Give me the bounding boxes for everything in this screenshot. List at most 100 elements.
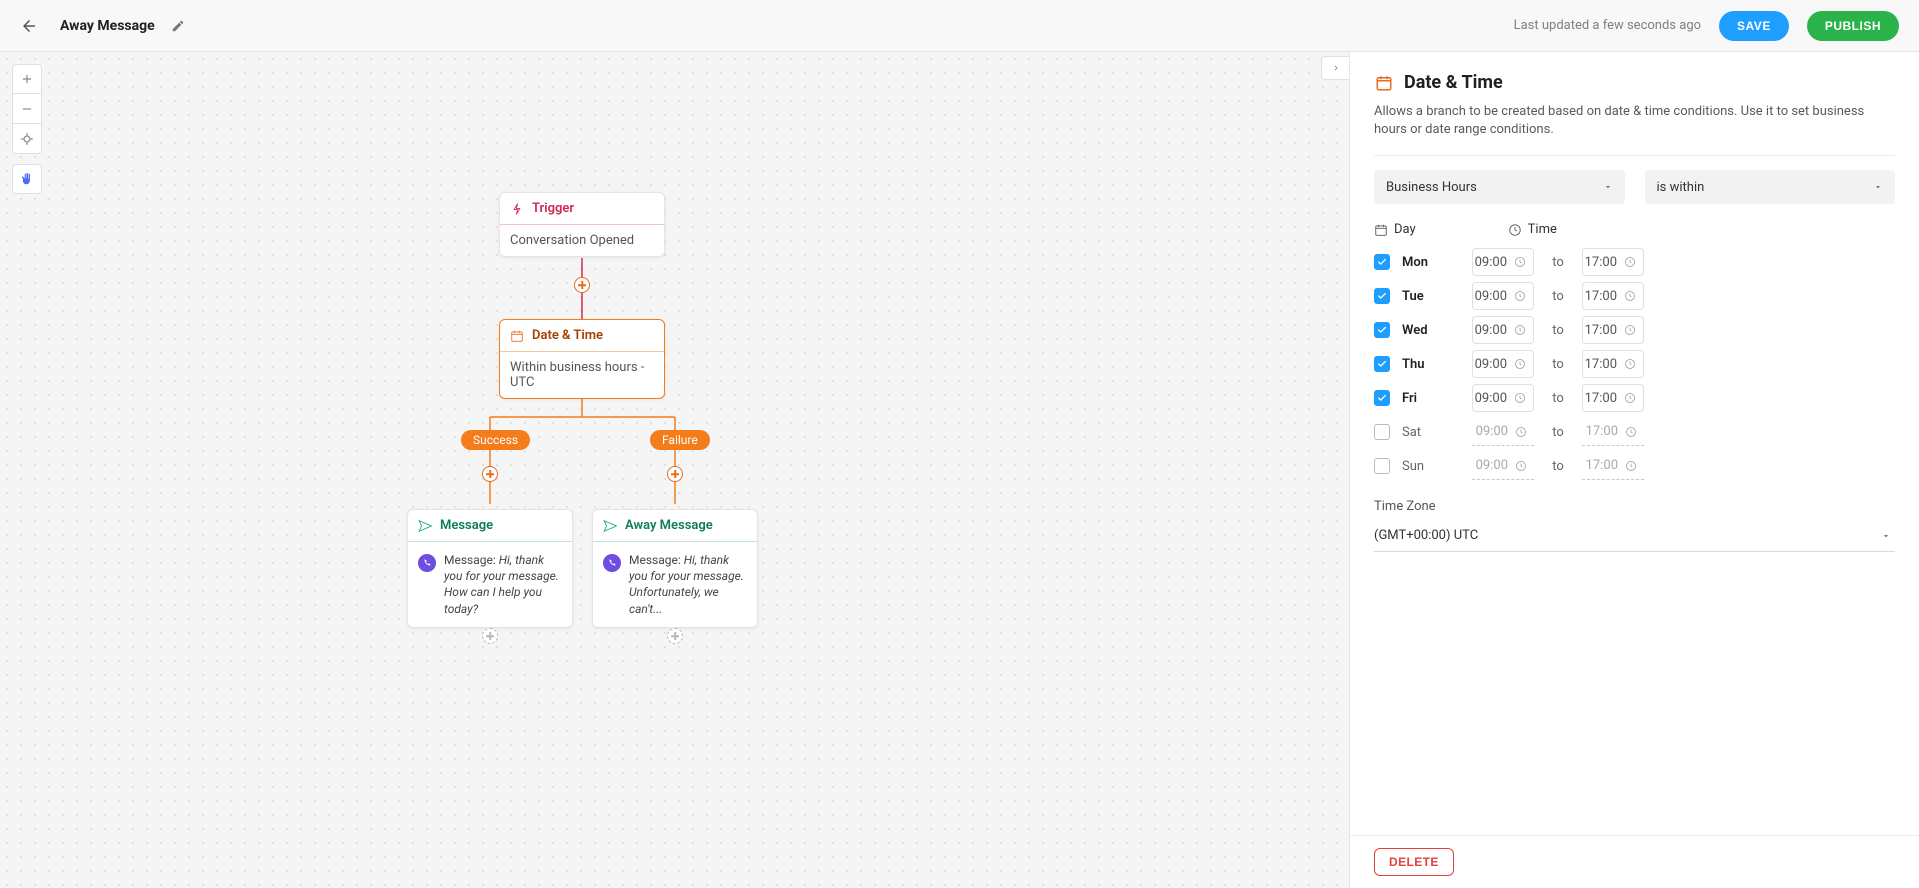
node-message-success[interactable]: Message Message: Hi, thank you for your … xyxy=(407,509,573,628)
clock-icon xyxy=(1508,223,1522,237)
header: Away Message Last updated a few seconds … xyxy=(0,0,1919,52)
end-time-input[interactable]: 17:00 xyxy=(1582,418,1644,446)
end-time-input[interactable]: 17:00 xyxy=(1582,384,1644,412)
panel-title-row: Date & Time xyxy=(1374,72,1895,93)
pan-button[interactable] xyxy=(12,164,42,194)
operator-select[interactable]: is within xyxy=(1645,170,1896,204)
day-row-thu: Thu 09:00 to 17:00 xyxy=(1374,349,1895,379)
day-label: Sun xyxy=(1402,459,1460,474)
operator-select-value: is within xyxy=(1657,180,1705,195)
column-headers: Day Time xyxy=(1374,222,1895,237)
node-message-failure-title: Away Message xyxy=(625,518,713,533)
timezone-select[interactable]: (GMT+00:00) UTC xyxy=(1374,520,1895,552)
day-checkbox-mon[interactable] xyxy=(1374,254,1390,270)
back-button[interactable] xyxy=(20,17,38,35)
send-icon xyxy=(418,519,432,533)
start-time-input[interactable]: 09:00 xyxy=(1472,452,1534,480)
add-node-after-failure[interactable] xyxy=(667,628,683,644)
time-column-header: Time xyxy=(1508,222,1557,237)
to-label: to xyxy=(1546,459,1570,474)
channel-avatar-icon xyxy=(603,554,621,572)
day-checkbox-sat[interactable] xyxy=(1374,424,1390,440)
check-icon xyxy=(1377,359,1387,369)
day-row-mon: Mon 09:00 to 17:00 xyxy=(1374,247,1895,277)
canvas[interactable]: Trigger Conversation Opened Date & Time … xyxy=(0,52,1349,888)
node-trigger[interactable]: Trigger Conversation Opened xyxy=(499,192,665,257)
node-datetime-title: Date & Time xyxy=(532,328,603,343)
send-icon xyxy=(603,519,617,533)
calendar-icon xyxy=(1374,223,1388,237)
day-checkbox-sun[interactable] xyxy=(1374,458,1390,474)
to-label: to xyxy=(1546,357,1570,372)
message-prefix: Message: xyxy=(629,553,684,567)
publish-button[interactable]: PUBLISH xyxy=(1807,11,1899,41)
zoom-out-button[interactable] xyxy=(12,94,42,124)
delete-button[interactable]: DELETE xyxy=(1374,848,1454,876)
collapse-panel-button[interactable] xyxy=(1321,56,1349,80)
mode-select[interactable]: Business Hours xyxy=(1374,170,1625,204)
plus-icon xyxy=(20,72,34,86)
to-label: to xyxy=(1546,255,1570,270)
center-button[interactable] xyxy=(12,124,42,154)
day-label: Thu xyxy=(1402,357,1460,372)
to-label: to xyxy=(1546,425,1570,440)
to-label: to xyxy=(1546,289,1570,304)
end-time-input[interactable]: 17:00 xyxy=(1582,452,1644,480)
chevron-down-icon xyxy=(1881,531,1891,541)
page-title: Away Message xyxy=(60,18,155,34)
node-datetime[interactable]: Date & Time Within business hours - UTC xyxy=(499,319,665,399)
start-time-input[interactable]: 09:00 xyxy=(1472,418,1534,446)
timezone-label: Time Zone xyxy=(1374,499,1895,514)
node-message-failure[interactable]: Away Message Message: Hi, thank you for … xyxy=(592,509,758,628)
check-icon xyxy=(1377,325,1387,335)
end-time-input[interactable]: 17:00 xyxy=(1582,248,1644,276)
check-icon xyxy=(1377,257,1387,267)
check-icon xyxy=(1377,393,1387,403)
minus-icon xyxy=(20,102,34,116)
add-node-after-success[interactable] xyxy=(482,628,498,644)
save-button[interactable]: SAVE xyxy=(1719,11,1789,41)
day-checkbox-wed[interactable] xyxy=(1374,322,1390,338)
calendar-icon xyxy=(510,329,524,343)
chevron-right-icon xyxy=(1331,63,1341,73)
pencil-icon xyxy=(171,19,185,33)
start-time-input[interactable]: 09:00 xyxy=(1472,350,1534,378)
add-node-after-trigger[interactable] xyxy=(574,277,590,293)
node-message-success-body: Message: Hi, thank you for your message.… xyxy=(408,542,572,627)
condition-selectors: Business Hours is within xyxy=(1374,170,1895,204)
node-message-failure-body: Message: Hi, thank you for your message.… xyxy=(593,542,757,627)
node-message-success-title: Message xyxy=(440,518,493,533)
panel-footer: DELETE xyxy=(1350,835,1919,888)
day-checkbox-tue[interactable] xyxy=(1374,288,1390,304)
start-time-input[interactable]: 09:00 xyxy=(1472,316,1534,344)
panel-divider xyxy=(1374,155,1895,156)
day-checkbox-thu[interactable] xyxy=(1374,356,1390,372)
add-node-success-branch[interactable] xyxy=(482,466,498,482)
end-time-input[interactable]: 17:00 xyxy=(1582,282,1644,310)
bolt-icon xyxy=(510,202,524,216)
day-row-wed: Wed09:00to17:00 xyxy=(1374,315,1895,345)
clock-icon xyxy=(1514,290,1526,302)
clock-icon xyxy=(1624,392,1636,404)
add-node-failure-branch[interactable] xyxy=(667,466,683,482)
end-time-input[interactable]: 17:00 xyxy=(1582,350,1644,378)
chevron-down-icon xyxy=(1603,182,1613,192)
start-time-input[interactable]: 09:00 xyxy=(1472,282,1534,310)
clock-icon xyxy=(1624,290,1636,302)
clock-icon xyxy=(1625,460,1637,472)
day-row-tue: Tue09:00to17:00 xyxy=(1374,281,1895,311)
start-time-input[interactable]: 09:00 xyxy=(1472,248,1534,276)
zoom-in-button[interactable] xyxy=(12,64,42,94)
end-time-input[interactable]: 17:00 xyxy=(1582,316,1644,344)
last-updated: Last updated a few seconds ago xyxy=(1514,18,1701,33)
edit-title-button[interactable] xyxy=(171,19,185,33)
day-label: Wed xyxy=(1402,323,1460,338)
header-left: Away Message xyxy=(20,17,1514,35)
day-checkbox-fri[interactable] xyxy=(1374,390,1390,406)
day-label: Fri xyxy=(1402,391,1460,406)
node-trigger-title: Trigger xyxy=(532,201,574,216)
panel-title: Date & Time xyxy=(1404,72,1503,93)
start-time-input[interactable]: 09:00 xyxy=(1472,384,1534,412)
canvas-toolbar xyxy=(12,64,42,194)
day-label: Mon xyxy=(1402,255,1460,270)
